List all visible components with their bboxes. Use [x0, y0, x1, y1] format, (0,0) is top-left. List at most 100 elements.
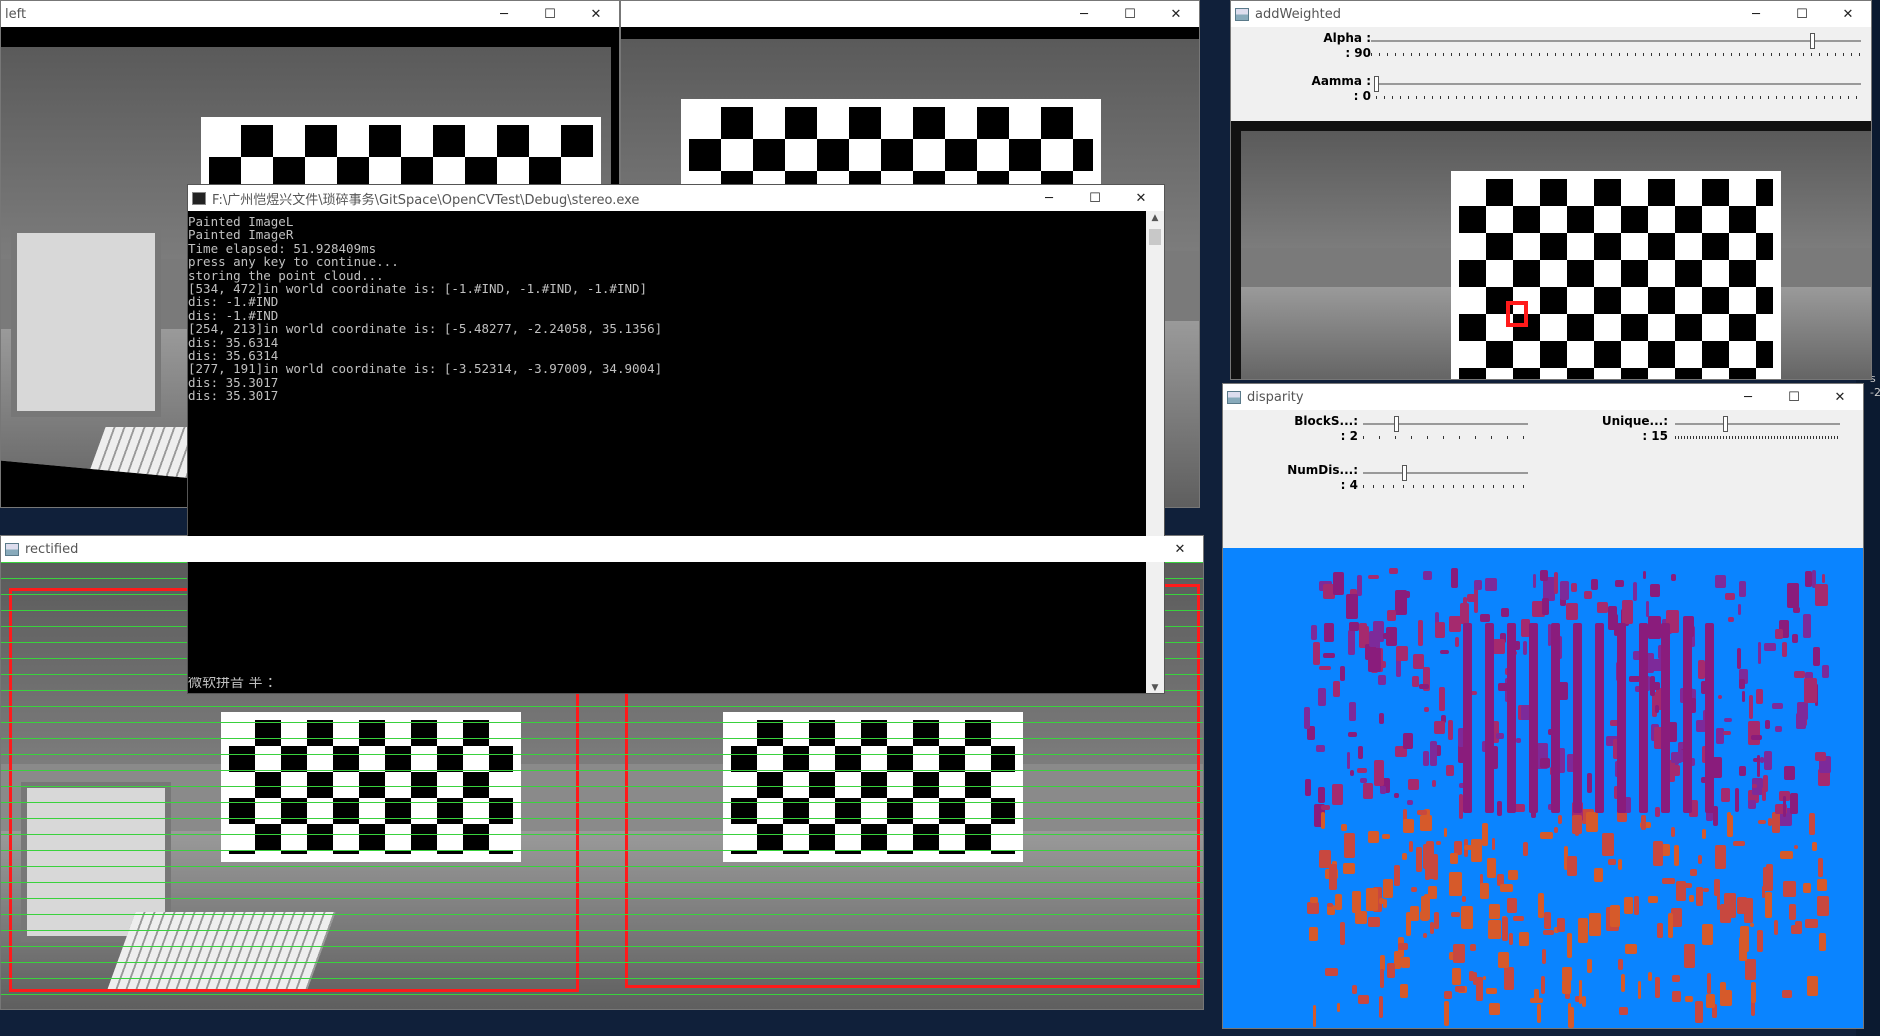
left-titlebar[interactable]: left ─ ☐ ✕	[1, 1, 619, 27]
alpha-trackbar[interactable]: Alpha : : 90	[1231, 31, 1871, 67]
aamma-ticks	[1376, 96, 1861, 99]
disparity-speck	[1356, 767, 1368, 773]
disparity-speck	[1703, 888, 1709, 893]
disparity-speck	[1750, 734, 1762, 740]
disparity-speck	[1705, 993, 1716, 1009]
disparity-speck	[1357, 746, 1363, 759]
disparity-speck	[1775, 628, 1784, 640]
disparity-speck	[1461, 905, 1474, 930]
right-titlebar[interactable]: ─ ☐ ✕	[621, 1, 1199, 27]
disparity-speck	[1402, 732, 1414, 750]
console-line: [254, 213]in world coordinate is: [-5.48…	[188, 321, 663, 337]
console-scrollbar[interactable]: ▲ ▼	[1146, 211, 1164, 693]
minimize-button[interactable]: ─	[481, 1, 527, 27]
minimize-button[interactable]: ─	[1026, 185, 1072, 211]
disparity-bar	[1639, 623, 1648, 813]
disparity-speck	[1388, 568, 1398, 575]
close-button[interactable]: ✕	[573, 1, 619, 27]
disparity-speck	[1814, 583, 1828, 606]
uniqueness-track[interactable]	[1675, 423, 1840, 425]
maximize-button[interactable]: ☐	[1779, 1, 1825, 27]
console-output[interactable]: Painted ImageL Painted ImageR Time elapsed…	[188, 215, 1146, 655]
disparity-speck	[1817, 879, 1828, 892]
disparity-speck	[1789, 793, 1799, 815]
disparity-title: disparity	[1247, 389, 1304, 405]
addweighted-window[interactable]: addWeighted ─ ☐ ✕ Alpha : : 90 Aamma : :…	[1230, 0, 1872, 380]
aamma-thumb[interactable]	[1374, 76, 1379, 92]
numdisparities-thumb[interactable]	[1402, 465, 1408, 481]
blocksize-value: : 2	[1340, 429, 1358, 443]
alpha-track[interactable]	[1371, 40, 1861, 42]
left-title: left	[5, 6, 27, 22]
close-button[interactable]: ✕	[1817, 384, 1863, 410]
disparity-speck	[1320, 804, 1330, 810]
maximize-button[interactable]: ☐	[1771, 384, 1817, 410]
close-button[interactable]: ✕	[1118, 185, 1164, 211]
epipolar-line	[1, 802, 1203, 803]
disparity-speck	[1508, 933, 1514, 945]
aamma-track[interactable]	[1376, 83, 1861, 85]
disparity-speck	[1530, 997, 1543, 1003]
console-titlebar[interactable]: F:\广州恺煜兴文件\琐碎事务\GitSpace\OpenCVTest\Debu…	[188, 185, 1164, 211]
numdisparities-trackbar[interactable]: NumDis...: : 4	[1223, 463, 1543, 499]
addweighted-title: addWeighted	[1255, 6, 1342, 22]
numdisparities-track[interactable]	[1363, 472, 1528, 474]
disparity-speck	[1324, 968, 1338, 976]
close-button[interactable]: ✕	[1153, 1, 1199, 27]
disparity-speck	[1446, 765, 1455, 777]
disparity-speck	[1567, 1006, 1574, 1028]
disparity-speck	[1567, 933, 1572, 959]
epipolar-line	[1, 722, 1203, 723]
disparity-speck	[1358, 622, 1367, 641]
disparity-titlebar[interactable]: disparity ─ ☐ ✕	[1223, 384, 1863, 410]
uniqueness-thumb[interactable]	[1722, 416, 1728, 432]
minimize-button[interactable]: ─	[1725, 384, 1771, 410]
maximize-button[interactable]: ☐	[527, 1, 573, 27]
disparity-speck	[1738, 678, 1745, 689]
disparity-speck	[1764, 719, 1771, 729]
rectified-titlebar[interactable]: rectified ✕	[1, 536, 1203, 562]
disparity-speck	[1331, 788, 1336, 795]
disparity-speck	[1717, 694, 1723, 699]
disparity-speck	[1379, 898, 1384, 904]
app-icon	[1235, 7, 1249, 21]
disparity-speck	[1454, 986, 1466, 993]
minimize-button[interactable]: ─	[1733, 1, 1779, 27]
close-button[interactable]: ✕	[1825, 1, 1871, 27]
addweighted-image	[1231, 121, 1871, 379]
scroll-up-icon[interactable]: ▲	[1146, 213, 1164, 223]
disparity-speck	[1634, 895, 1639, 916]
addweighted-titlebar[interactable]: addWeighted ─ ☐ ✕	[1231, 1, 1871, 27]
blocksize-trackbar[interactable]: BlockS...: : 2	[1223, 414, 1543, 450]
disparity-window[interactable]: disparity ─ ☐ ✕ BlockS...: : 2 Unique...…	[1222, 383, 1864, 1029]
disparity-speck	[1407, 800, 1414, 805]
minimize-button[interactable]: ─	[1061, 1, 1107, 27]
disparity-speck	[1346, 752, 1351, 769]
maximize-button[interactable]: ☐	[1107, 1, 1153, 27]
disparity-speck	[1470, 943, 1476, 952]
disparity-speck	[1430, 741, 1437, 767]
disparity-speck	[1484, 577, 1498, 592]
blocksize-label: BlockS...:	[1294, 414, 1358, 428]
alpha-thumb[interactable]	[1810, 33, 1815, 49]
disparity-speck	[1400, 956, 1410, 968]
blocksize-thumb[interactable]	[1394, 416, 1399, 432]
maximize-button[interactable]: ☐	[1072, 185, 1118, 211]
disparity-speck	[1774, 920, 1778, 935]
aamma-trackbar[interactable]: Aamma : : 0	[1231, 74, 1871, 110]
disparity-speck	[1381, 834, 1391, 839]
disparity-speck	[1497, 952, 1510, 969]
scroll-thumb[interactable]	[1149, 229, 1161, 245]
disparity-speck	[1738, 603, 1742, 615]
disparity-speck	[1566, 602, 1579, 620]
uniqueness-trackbar[interactable]: Unique...: : 15	[1543, 414, 1863, 450]
disparity-speck	[1399, 983, 1408, 998]
disparity-speck	[1379, 712, 1384, 725]
close-button[interactable]: ✕	[1157, 536, 1203, 562]
disparity-speck	[1615, 580, 1625, 588]
disparity-speck	[1470, 839, 1483, 862]
scroll-down-icon[interactable]: ▼	[1146, 683, 1164, 693]
blocksize-track[interactable]	[1363, 423, 1528, 425]
console-window[interactable]: F:\广州恺煜兴文件\琐碎事务\GitSpace\OpenCVTest\Debu…	[187, 184, 1165, 694]
disparity-speck	[1309, 926, 1319, 941]
